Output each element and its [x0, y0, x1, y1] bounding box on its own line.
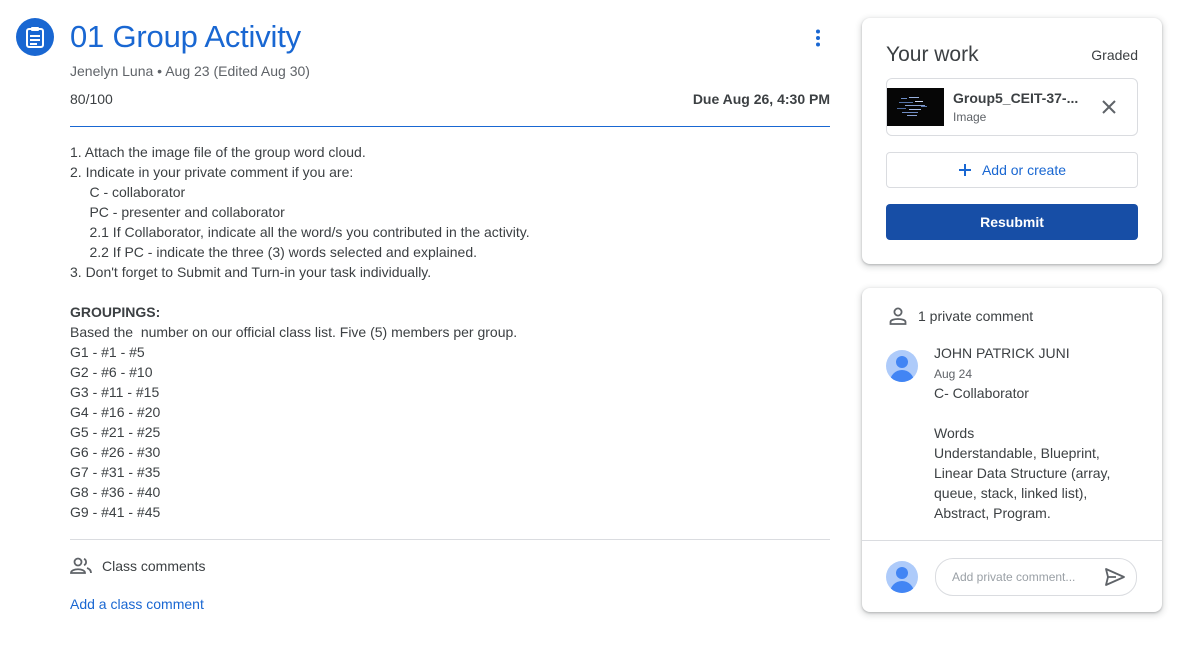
class-comments-label: Class comments [102, 558, 206, 574]
group-line: G1 - #1 - #5 [70, 344, 145, 360]
comment-line: queue, stack, linked list), [934, 485, 1088, 501]
comment-body: C- Collaborator Words Understandable, Bl… [934, 383, 1149, 523]
group-line: G4 - #16 - #20 [70, 404, 161, 420]
attachment-name: Group5_CEIT-37-... [953, 90, 1079, 106]
comment-line [934, 403, 1149, 423]
class-comments-header: Class comments [70, 557, 205, 575]
comment-divider [862, 540, 1162, 541]
add-class-comment-link[interactable]: Add a class comment [70, 596, 204, 612]
resubmit-button[interactable]: Resubmit [886, 204, 1138, 240]
private-comment-input[interactable]: Add private comment... [935, 558, 1137, 596]
group-line: G5 - #21 - #25 [70, 424, 161, 440]
close-icon[interactable] [1099, 97, 1119, 117]
comment-line: C- Collaborator [934, 385, 1029, 401]
add-or-create-button[interactable]: Add or create [886, 152, 1138, 188]
person-icon [889, 307, 907, 325]
your-work-card: Your work Graded Group5_CEIT-37-... Imag… [862, 18, 1162, 264]
plus-icon [958, 164, 971, 176]
assignment-meta: Jenelyn Luna • Aug 23 (Edited Aug 30) [70, 63, 310, 79]
comments-divider [70, 539, 830, 540]
group-line: G9 - #41 - #45 [70, 504, 161, 520]
comment-line: Words [934, 425, 975, 441]
due-date: Due Aug 26, 4:30 PM [692, 91, 830, 107]
private-comments-card: 1 private comment JOHN PATRICK JUNI Aug … [862, 288, 1162, 612]
avatar [886, 350, 918, 382]
comment-line: Linear Data Structure (array, [934, 465, 1111, 481]
comment-line: Understandable, Blueprint, [934, 445, 1100, 461]
instruction-line: 2. Indicate in your private comment if y… [70, 164, 354, 180]
instruction-line: C - collaborator [70, 184, 186, 200]
your-work-title: Your work [886, 43, 979, 66]
points-total: /100 [85, 91, 113, 107]
instruction-line: 2.1 If Collaborator, indicate all the wo… [70, 224, 530, 240]
add-or-create-label: Add or create [981, 162, 1067, 178]
status-badge: Graded [1091, 47, 1138, 63]
instruction-line: 2.2 If PC - indicate the three (3) words… [70, 244, 477, 260]
attachment-type: Image [953, 110, 987, 124]
comment-author: JOHN PATRICK JUNI [934, 345, 1070, 361]
comment-line: Abstract, Program. [934, 505, 1051, 521]
more-vert-icon[interactable] [804, 24, 832, 52]
comment-date: Aug 24 [934, 367, 973, 381]
groupings-heading: GROUPINGS: [70, 304, 161, 320]
group-line: G2 - #6 - #10 [70, 364, 153, 380]
group-line: G7 - #31 - #35 [70, 464, 161, 480]
instruction-line: 1. Attach the image file of the group wo… [70, 144, 366, 160]
instruction-line [70, 282, 830, 302]
assignment-icon [16, 18, 54, 56]
group-line: G8 - #36 - #40 [70, 484, 161, 500]
instruction-line: 3. Don't forget to Submit and Turn-in yo… [70, 264, 432, 280]
private-comments-count: 1 private comment [918, 308, 1034, 324]
instruction-line: PC - presenter and collaborator [70, 204, 285, 220]
people-icon [70, 557, 92, 574]
instruction-line: Based the number on our official class l… [70, 324, 518, 340]
attachment-chip[interactable]: Group5_CEIT-37-... Image [886, 78, 1138, 136]
points-earned: 80 [70, 91, 86, 107]
private-comment-placeholder: Add private comment... [952, 570, 1076, 584]
group-line: G6 - #26 - #30 [70, 444, 161, 460]
instructions: 1. Attach the image file of the group wo… [70, 142, 830, 522]
attachment-thumbnail [887, 88, 944, 126]
header-divider [70, 126, 830, 127]
points: 80/100 [70, 91, 113, 107]
send-icon[interactable] [1104, 567, 1126, 587]
group-line: G3 - #11 - #15 [70, 384, 160, 400]
private-comments-header: 1 private comment [888, 306, 1033, 326]
page-title: 01 Group Activity [70, 19, 301, 54]
avatar [886, 561, 918, 593]
